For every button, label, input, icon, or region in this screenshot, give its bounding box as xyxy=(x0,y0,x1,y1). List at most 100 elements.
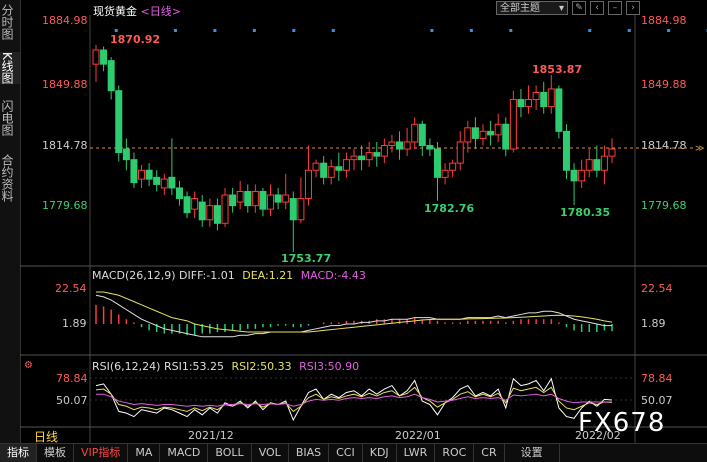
candle-body xyxy=(222,195,228,223)
macd-dea-line xyxy=(96,292,612,332)
candle-body xyxy=(397,142,403,149)
tab-cci[interactable]: CCI xyxy=(329,444,363,462)
candle-body xyxy=(230,195,236,206)
candle-body xyxy=(510,100,516,150)
tab-settings[interactable]: 设置 xyxy=(505,444,560,462)
macd-tick: 22.54 xyxy=(641,282,673,295)
candle-body xyxy=(321,163,327,177)
signal-dot xyxy=(470,29,473,32)
candle-body xyxy=(101,50,107,64)
candle-body xyxy=(404,142,410,149)
macd-group xyxy=(96,292,612,337)
candle-body xyxy=(192,199,198,210)
candle-body xyxy=(351,156,357,160)
rsi3-line xyxy=(96,394,612,406)
candle-body xyxy=(252,191,258,205)
rsi2-value: RSI2:50.33 xyxy=(232,360,292,373)
rsi3-value: RSI3:50.90 xyxy=(299,360,359,373)
tab-ma[interactable]: MA xyxy=(128,444,160,462)
signal-dot xyxy=(667,29,670,32)
tab-kdj[interactable]: KDJ xyxy=(363,444,397,462)
candle-body xyxy=(601,156,607,170)
candle-body xyxy=(328,167,334,178)
low-annotation: 1753.77 xyxy=(281,252,331,265)
tab-cr[interactable]: CR xyxy=(474,444,504,462)
candle-body xyxy=(161,179,167,188)
signal-dot xyxy=(253,29,256,32)
signal-dot xyxy=(213,29,216,32)
watermark-logo: FX678 xyxy=(578,408,665,438)
high-annotation: 1870.92 xyxy=(110,33,160,46)
tab-template[interactable]: 模板 xyxy=(37,444,74,462)
candle-body xyxy=(214,206,220,224)
candle-body xyxy=(131,160,137,183)
tab-roc[interactable]: ROC xyxy=(435,444,474,462)
rsi-tick: 78.84 xyxy=(641,372,673,385)
candle-body xyxy=(526,100,532,107)
candle-body xyxy=(412,124,418,142)
candle-body xyxy=(237,191,243,202)
kline-chart[interactable]: 1884.98 1849.88 1814.78 1779.68 1884.98 … xyxy=(0,0,707,461)
candle-body xyxy=(154,177,160,184)
tab-macd[interactable]: MACD xyxy=(160,444,208,462)
candle-body xyxy=(488,131,494,135)
date-tick: 2021/12 xyxy=(188,429,234,442)
candle-body xyxy=(245,191,251,205)
current-price-arrow-icon: ≫ xyxy=(695,144,704,154)
candle-body xyxy=(419,124,425,145)
price-tick: 1779.68 xyxy=(641,199,687,212)
candle-body xyxy=(472,128,478,139)
price-tick: 1849.88 xyxy=(42,78,88,91)
candle-body xyxy=(503,124,509,149)
candle-body xyxy=(579,170,585,181)
candle-body xyxy=(556,89,562,131)
signal-dot xyxy=(509,29,512,32)
candle-body xyxy=(495,124,501,135)
rsi-tick: 78.84 xyxy=(56,372,88,385)
candle-body xyxy=(563,131,569,170)
signal-dot xyxy=(430,29,433,32)
candle-body xyxy=(594,160,600,171)
low-annotation: 1782.76 xyxy=(424,202,474,215)
candle-body xyxy=(434,149,440,177)
candle-body xyxy=(609,149,615,156)
candle-body xyxy=(184,197,190,213)
candle-body xyxy=(199,202,205,220)
candle-body xyxy=(450,163,456,170)
candle-body xyxy=(290,199,296,220)
candle-body xyxy=(116,91,122,153)
signal-dot xyxy=(174,29,177,32)
rsi-title: RSI(6,12,24) RSI1:53.25 RSI2:50.33 RSI3:… xyxy=(92,360,359,373)
rsi-settings-icon[interactable]: ⚙ xyxy=(24,360,33,371)
price-tick: 1884.98 xyxy=(641,14,687,27)
high-annotation: 1853.87 xyxy=(532,63,582,76)
candle-body xyxy=(305,170,311,198)
signal-dot xyxy=(628,29,631,32)
macd-tick: 1.89 xyxy=(62,317,87,330)
candle-body xyxy=(207,206,213,220)
macd-title: MACD(26,12,9) DIFF:-1.01 DEA:1.21 MACD:-… xyxy=(92,269,366,282)
tab-vol[interactable]: VOL xyxy=(252,444,289,462)
rsi1-line xyxy=(96,379,612,420)
tab-boll[interactable]: BOLL xyxy=(208,444,251,462)
candle-body xyxy=(260,191,266,209)
candle-body xyxy=(586,160,592,171)
tab-indicators[interactable]: 指标 xyxy=(0,444,37,462)
candle-body xyxy=(108,61,114,91)
candle-body xyxy=(298,199,304,220)
rsi-params: RSI(6,12,24) xyxy=(92,360,160,373)
signal-dots xyxy=(115,29,707,32)
tab-lwr[interactable]: LWR xyxy=(397,444,436,462)
rsi-tick: 50.07 xyxy=(641,394,673,407)
tab-bias[interactable]: BIAS xyxy=(289,444,329,462)
indicator-toolbar: 指标 模板 VIP指标 MA MACD BOLL VOL BIAS CCI KD… xyxy=(0,443,707,462)
price-tick: 1814.78 xyxy=(641,139,687,152)
macd-dea: DEA:1.21 xyxy=(242,269,293,282)
candle-body xyxy=(176,188,182,199)
tab-vip-indicators[interactable]: VIP指标 xyxy=(74,444,128,462)
candle-body xyxy=(541,92,547,106)
low-annotation: 1780.35 xyxy=(560,206,610,219)
candle-body xyxy=(169,177,175,188)
macd-diff: DIFF:-1.01 xyxy=(179,269,235,282)
candle-body xyxy=(313,163,319,170)
